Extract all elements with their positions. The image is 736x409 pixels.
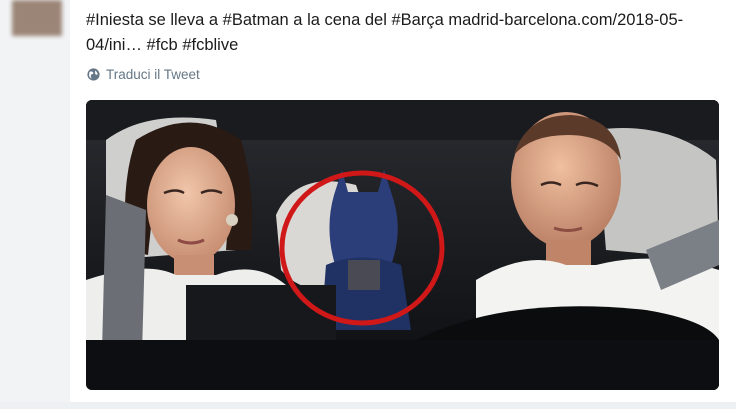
tweet-line-2: 04/ini… #fcb #fcblive: [86, 33, 726, 58]
tweet-line-1: #Iniesta se lleva a #Batman a la cena de…: [86, 8, 726, 33]
car-interior-photo: [86, 100, 719, 390]
tweet-text: #Iniesta se lleva a #Batman a la cena de…: [86, 8, 726, 58]
left-rail: [0, 0, 70, 409]
translate-tweet-link[interactable]: Traduci il Tweet: [87, 67, 200, 82]
tweet-text-segment: a la cena del: [288, 11, 392, 29]
avatar[interactable]: [12, 0, 62, 36]
tweet-text-segment: se lleva a: [143, 11, 223, 29]
url-link[interactable]: 04/ini…: [86, 36, 142, 54]
hashtag-link[interactable]: #Barça: [391, 11, 443, 29]
tweet-photo[interactable]: [86, 100, 719, 390]
translate-label: Traduci il Tweet: [106, 67, 200, 82]
hashtag-link[interactable]: #Batman: [223, 11, 289, 29]
hashtag-link[interactable]: #Iniesta: [86, 11, 144, 29]
url-link[interactable]: madrid-barcelona.com/2018-05-: [444, 11, 683, 29]
globe-icon: [87, 68, 100, 81]
hashtag-link[interactable]: #fcb: [147, 36, 178, 54]
divider: [0, 402, 736, 409]
hashtag-link[interactable]: #fcblive: [182, 36, 238, 54]
